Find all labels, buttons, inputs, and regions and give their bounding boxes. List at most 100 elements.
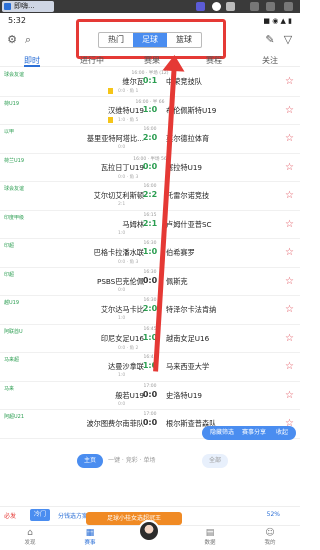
tab-follow[interactable]: 关注 [262,55,278,66]
tab-in-progress[interactable]: 进行中 [80,55,104,66]
tab-schedule[interactable]: 赛程 [206,55,222,66]
away-team: 塞拉特U19 [166,162,202,172]
match-row[interactable]: 荷兰U19 16:00 · 半场 56 瓦拉日丁U19 0:0 塞拉特U19 0:0 · … [0,154,300,182]
shortcut-icon[interactable] [196,2,205,11]
favorite-star-icon[interactable]: ☆ [285,105,294,116]
favorite-star-icon[interactable]: ☆ [285,390,294,401]
favorite-star-icon[interactable]: ☆ [285,304,294,315]
favorite-star-icon[interactable]: ☆ [285,76,294,87]
share-button[interactable]: 赛事分享 [242,426,266,440]
floating-action-bar: 隐藏筛选 赛事分享 收起 [202,426,296,440]
favorite-star-icon[interactable]: ☆ [285,247,294,258]
half-score: 0:0 · 角 2 [118,345,139,351]
half-score: 1:0 [118,373,126,378]
home-icon: ⌂ [27,528,33,538]
league-label: 印超 [4,243,15,249]
promo-percent: 52% [266,511,280,518]
user-icon: ☺ [265,528,275,538]
status-icons: ■ ◉ ▲ ▮ [263,17,292,25]
match-meta: 17:00 [143,383,157,389]
nav-matches[interactable]: ▦ 赛事 [70,528,110,546]
match-row[interactable]: 球会友谊 16:00 · 半场 (12) 维尔瓦 0:1 中荣竞技队 0:0 · 角 1 ☆ [0,68,300,97]
half-score: 1:0 [118,316,126,321]
match-score: 1:0 [142,104,158,114]
league-label: 球会友谊 [4,186,25,192]
match-meta: 16:00 [143,184,157,189]
favorite-star-icon[interactable]: ☆ [285,361,294,372]
match-meta: 16:00 [143,127,157,132]
away-team: 托雷尔诺竞技 [166,191,210,200]
account-icon[interactable] [212,2,221,11]
half-score: 0:0 [118,287,126,293]
settings-icon[interactable]: ⚙ [6,34,18,46]
league-label: 阿超U21 [4,414,25,420]
hide-filter-button[interactable]: 隐藏筛选 [210,426,234,440]
half-score: 0:0 · 角 1 [118,89,139,94]
search-icon[interactable]: ⌕ [22,34,34,46]
match-meta: 17:00 [143,412,157,417]
match-score: 0:0 [142,418,158,427]
match-row[interactable]: 荷U19 16:00 · 半 66 汉维特U19 1:0 布伦佩斯特U19 1:0 · 角… [0,97,300,125]
favorite-star-icon[interactable]: ☆ [285,333,294,344]
promo-banner[interactable]: 足球小桂女选超冠王 [86,512,182,525]
nav-discover[interactable]: ⌂ 发现 [10,528,50,546]
nav-label: 我的 [264,540,276,546]
favorite-star-icon[interactable]: ☆ [285,133,294,144]
match-row[interactable]: 印超 16:30 巴格卡拉潘水联 1:0 伯希赛罗 0:0 · 角 3 ☆ [0,239,300,268]
away-team: 越南女足U16 [166,333,210,343]
match-score: 2:1 [142,218,158,228]
match-meta: 16:30 [143,269,157,275]
match-meta: 16:30 [143,298,157,303]
favorite-star-icon[interactable]: ☆ [285,276,294,287]
close-button[interactable] [284,2,293,11]
match-meta: 16:45 [143,326,157,332]
league-label: 以甲 [4,129,15,135]
app-icon [4,3,11,10]
home-team: 巴格卡拉潘水联 [93,248,144,257]
nav-data[interactable]: ▤ 数据 [190,528,230,546]
tab-results[interactable]: 赛果 [144,55,160,66]
match-row[interactable]: 马来超 16:45 达曼沙拿联 1:0 马来西亚大学 1:0 ☆ [0,353,300,382]
league-label: 印超 [4,271,15,278]
window-tab[interactable]: 即嗨... [2,1,54,12]
half-score: 0:0 [118,401,126,407]
league-label: 荷U19 [4,100,20,107]
edit-icon[interactable]: ✎ [264,34,276,46]
away-team: 史洛特U19 [166,390,202,400]
match-row[interactable]: 越U19 16:30 艾尔达马卡比 2:0 特泽尔卡法肯纳 1:0 ☆ [0,296,300,325]
window-titlebar: 即嗨... [0,0,300,13]
nav-mine[interactable]: ☺ 我的 [250,528,290,546]
filter-options[interactable]: 一键 · 竞彩 · 单场 [108,454,198,468]
favorite-star-icon[interactable]: ☆ [285,219,294,230]
home-pill[interactable]: 主页 [77,454,103,468]
league-label: 阿联酋U [4,328,23,335]
minimize-button[interactable] [250,2,259,11]
menu-icon[interactable] [226,2,235,11]
favorite-star-icon[interactable]: ☆ [285,190,294,201]
half-score: 0:0 · 角 3 [118,260,139,265]
nav-label: 发现 [24,540,36,546]
match-row[interactable]: 球会友谊 16:00 艾尔切艾利斯顿 2:2 托雷尔诺竞技 2:1 ☆ [0,182,300,211]
half-score: 1:0 [118,230,126,236]
all-pill[interactable]: 全部 [202,454,228,468]
match-row[interactable]: 阿联酋U 16:45 印尼女足U16 1:0 越南女足U16 0:0 · 角 2 ☆ [0,325,300,353]
league-label: 越U19 [4,300,20,306]
match-score: 0:0 [142,389,158,399]
half-score: 0:0 [118,145,126,150]
match-row[interactable]: 印度甲级 16:15 马姆林 2:1 卢姆什亚普SC 1:0 ☆ [0,211,300,239]
away-team: 特泽尔卡法肯纳 [166,305,217,314]
home-team: 波尔图费尔南菲队 [86,419,144,428]
match-score: 2:0 [142,133,158,142]
match-row[interactable]: 以甲 16:00 基里亚特阿塔比... 2:0 莫尔德拉体育 0:0 ☆ [0,125,300,154]
nav-label: 赛事 [84,540,96,546]
collapse-button[interactable]: 收起 [276,426,288,440]
match-row[interactable]: 马来 17:00 般若U19 0:0 史洛特U19 0:0 ☆ [0,382,300,410]
maximize-button[interactable] [266,2,275,11]
avatar[interactable] [138,520,160,542]
match-list: 球会友谊 16:00 · 半场 (12) 维尔瓦 0:1 中荣竞技队 0:0 · 角 1 ☆… [0,68,300,439]
favorite-star-icon[interactable]: ☆ [285,162,294,173]
league-label: 球会友谊 [4,72,25,78]
filter-icon[interactable]: ▽ [282,34,294,46]
match-row[interactable]: 印超 16:30 PSBS巴克伦佩 0:0 佩斯克 0:0 ☆ [0,268,300,296]
match-score: 0:1 [142,76,158,85]
